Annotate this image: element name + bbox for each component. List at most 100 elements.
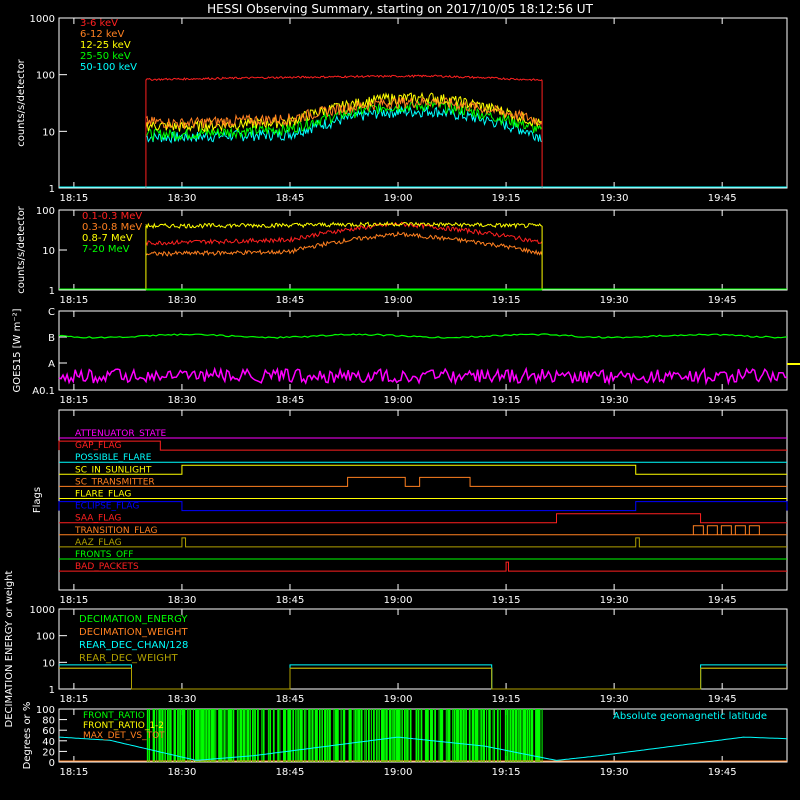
time-tick-label: 18:30: [168, 767, 197, 778]
time-tick-label: 18:15: [59, 694, 88, 705]
time-tick-label: 19:00: [384, 767, 413, 778]
legend-entry: 3-6 keV: [80, 18, 118, 29]
time-tick-label: 18:15: [59, 295, 88, 306]
time-tick-label: 19:00: [384, 193, 413, 204]
y-tick-label: 10: [42, 246, 55, 257]
time-tick-label: 19:30: [600, 694, 629, 705]
y-tick-label: C: [48, 307, 55, 318]
legend-entry: 6-12 keV: [80, 29, 124, 40]
y-tick-label: 10: [42, 658, 55, 669]
flag-line: [59, 476, 787, 487]
legend-entry: REAR_DEC_CHAN/128: [79, 640, 188, 651]
time-tick-label: 19:00: [384, 694, 413, 705]
time-tick-label: 18:30: [168, 193, 197, 204]
hessi-summary-plot: HESSI Observing Summary, starting on 201…: [4, 2, 800, 778]
time-tick-label: 18:30: [168, 694, 197, 705]
y-tick-label: 20: [42, 747, 55, 758]
legend-entry: 50-100 keV: [80, 62, 137, 73]
series-line: [59, 667, 787, 690]
time-tick-label: 18:15: [59, 767, 88, 778]
time-tick-label: 18:15: [59, 193, 88, 204]
time-tick-label: 19:00: [384, 295, 413, 306]
y-tick-label: 80: [42, 716, 55, 727]
panel3-ylabel: GOES15 [W m⁻²]: [12, 308, 23, 392]
time-tick-label: 19:15: [492, 295, 521, 306]
time-tick-label: 19:30: [600, 193, 629, 204]
y-tick-label: 100: [36, 632, 55, 643]
time-tick-label: 19:45: [708, 395, 737, 406]
legend-entry: 0.1-0.3 MeV: [82, 211, 142, 222]
series-line: [59, 667, 787, 690]
flag-label: FRONTS_OFF: [75, 550, 133, 560]
flag-label: SC_TRANSMITTER: [75, 477, 155, 487]
legend-entry: FRONT_RATIO: [83, 711, 145, 721]
flag-label: POSSIBLE_FLARE: [75, 453, 152, 463]
panel4-ylabel: Flags: [32, 487, 43, 513]
series-line: [145, 74, 543, 82]
y-tick-label: 1000: [30, 14, 55, 25]
time-tick-label: 18:15: [59, 595, 88, 606]
time-tick-label: 19:00: [384, 595, 413, 606]
flag-label: GAP_FLAG: [75, 441, 121, 451]
time-tick-label: 19:45: [708, 295, 737, 306]
series-line: [145, 220, 543, 230]
time-tick-label: 19:15: [492, 694, 521, 705]
flag-line: [59, 561, 787, 572]
series-line: [145, 231, 543, 257]
legend-entry: REAR_DEC_WEIGHT: [79, 653, 178, 664]
y-tick-label: 0: [49, 758, 55, 769]
legend-entry: 7-20 MeV: [82, 244, 130, 255]
time-tick-label: 18:45: [276, 767, 305, 778]
time-tick-label: 18:45: [276, 295, 305, 306]
flag-label: BAD_PACKETS: [75, 562, 139, 572]
flag-label: TRANSITION_FLAG: [74, 526, 158, 536]
latitude-annotation: Absolute geomagnetic latitude: [613, 711, 767, 722]
y-tick-label: B: [48, 333, 55, 344]
chart-title: HESSI Observing Summary, starting on 201…: [207, 2, 593, 16]
time-tick-label: 18:45: [276, 595, 305, 606]
time-tick-label: 18:30: [168, 595, 197, 606]
time-tick-label: 19:15: [492, 193, 521, 204]
y-tick-label: 100: [36, 705, 55, 716]
panel5-ylabel: DECIMATION ENERGY or weight: [4, 570, 15, 727]
time-tick-label: 19:30: [600, 767, 629, 778]
goes-short-line: [58, 366, 788, 386]
panel1-ylabel: counts/s/detector: [16, 58, 27, 146]
panel-frame-2: [58, 209, 788, 291]
goes-long-line: [58, 333, 788, 339]
panel6-ylabel: Degrees or %: [22, 702, 33, 770]
y-tick-label: 1: [49, 184, 55, 195]
flag-label: FLARE_FLAG: [75, 490, 131, 500]
flag-line: [58, 440, 787, 451]
series-line: [59, 667, 787, 690]
time-tick-label: 19:45: [708, 767, 737, 778]
legend-entry: DECIMATION_ENERGY: [79, 614, 188, 625]
y-tick-label: 40: [42, 737, 55, 748]
flag-label: SAA_FLAG: [75, 514, 121, 524]
legend-entry: FRONT_RATIO_1-2: [83, 721, 164, 731]
flag-line: [58, 501, 788, 512]
flag-label: ATTENUATOR_STATE: [75, 429, 167, 439]
panel-frame-4: [58, 409, 788, 591]
flag-line: [59, 525, 787, 536]
legend-entry: 0.3-0.8 MeV: [82, 222, 142, 233]
flag-label: ECLIPSE_FLAG: [75, 502, 139, 512]
legend-entry: 0.8-7 MeV: [82, 233, 133, 244]
flag-line: [59, 513, 787, 524]
time-tick-label: 18:30: [168, 295, 197, 306]
y-tick-label: 100: [36, 206, 55, 217]
y-tick-label: 60: [42, 726, 55, 737]
time-tick-label: 18:15: [59, 395, 88, 406]
flag-label: SC_IN_SUNLIGHT: [75, 465, 152, 475]
panel-frame-3: [58, 310, 788, 391]
time-tick-label: 19:15: [492, 395, 521, 406]
y-tick-label: 10: [42, 127, 55, 138]
y-tick-label: 1: [49, 286, 55, 297]
flag-label: AAZ_FLAG: [75, 538, 122, 548]
flag-line: [59, 464, 787, 475]
legend-entry: MAX_DET_VS_TOT: [83, 731, 165, 741]
time-tick-label: 19:00: [384, 395, 413, 406]
time-tick-label: 19:15: [492, 767, 521, 778]
time-tick-label: 19:30: [600, 595, 629, 606]
y-tick-label: 1: [49, 685, 55, 696]
